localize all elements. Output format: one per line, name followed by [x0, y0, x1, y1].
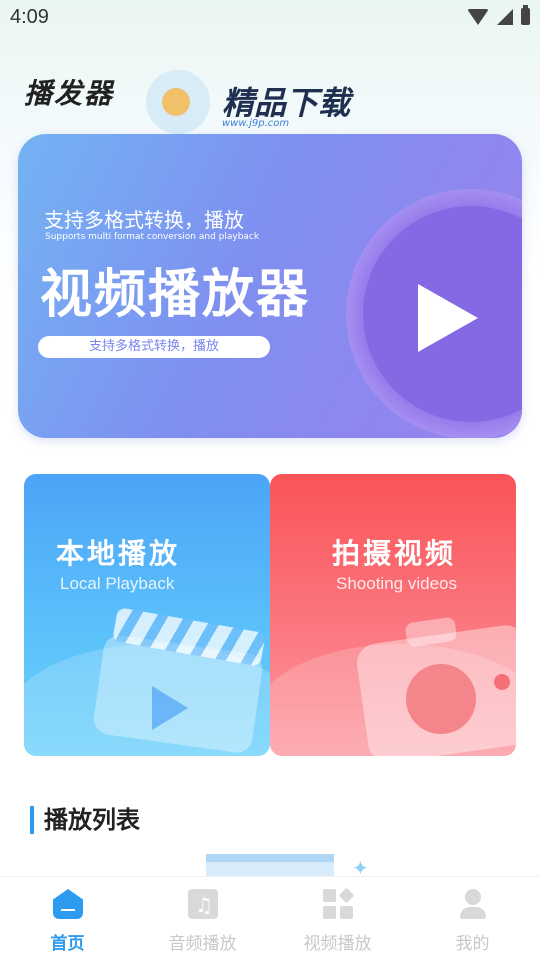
status-time: 4:09: [10, 6, 49, 28]
local-playback-card[interactable]: 本地播放 Local Playback: [24, 474, 270, 756]
playlist-section-title: 播放列表: [30, 806, 140, 834]
shooting-video-card[interactable]: 拍摄视频 Shooting videos: [270, 474, 516, 756]
banner-subtitle-en: Supports multi format conversion and pla…: [45, 232, 260, 242]
status-bar: 4:09: [0, 0, 540, 36]
card-title: 本地播放: [56, 537, 181, 570]
music-note-icon: ♫: [195, 893, 213, 917]
tab-label: 音频播放: [168, 934, 237, 954]
user-icon: [465, 889, 481, 905]
status-icons: [467, 5, 530, 25]
watermark-logo-dot: [162, 88, 190, 116]
banner-subtitle: 支持多格式转换，播放: [44, 208, 244, 232]
tab-label: 首页: [50, 934, 85, 954]
tab-label: 视频播放: [303, 934, 372, 954]
play-icon: [152, 686, 188, 730]
tab-label: 我的: [455, 934, 490, 954]
tab-home[interactable]: 首页: [0, 877, 135, 961]
card-subtitle: Local Playback: [60, 574, 175, 593]
home-icon-bar: [61, 909, 75, 911]
battery-icon: [521, 5, 530, 25]
signal-icon: [497, 8, 513, 25]
home-icon: [53, 889, 83, 919]
watermark-url: www.j9p.com: [222, 118, 290, 129]
card-subtitle: Shooting videos: [336, 574, 457, 593]
app-title: 播发器: [24, 77, 115, 110]
user-icon-body: [460, 907, 486, 919]
video-player-banner[interactable]: 支持多格式转换，播放 Supports multi format convers…: [18, 134, 522, 438]
camera-flash-icon: [494, 674, 510, 690]
banner-pill: 支持多格式转换，播放: [38, 336, 270, 358]
banner-title: 视频播放器: [40, 265, 311, 325]
play-icon: [418, 284, 478, 352]
card-title: 拍摄视频: [332, 537, 457, 570]
tab-mine[interactable]: 我的: [405, 877, 540, 961]
bottom-tab-bar: 首页 ♫ 音频播放 视频播放 我的: [0, 876, 540, 961]
tab-audio-playback[interactable]: ♫ 音频播放: [135, 877, 270, 961]
tab-video-playback[interactable]: 视频播放: [270, 877, 405, 961]
grid-icon: [323, 887, 355, 919]
wifi-icon: [467, 8, 489, 25]
camera-lens-icon: [406, 664, 476, 734]
